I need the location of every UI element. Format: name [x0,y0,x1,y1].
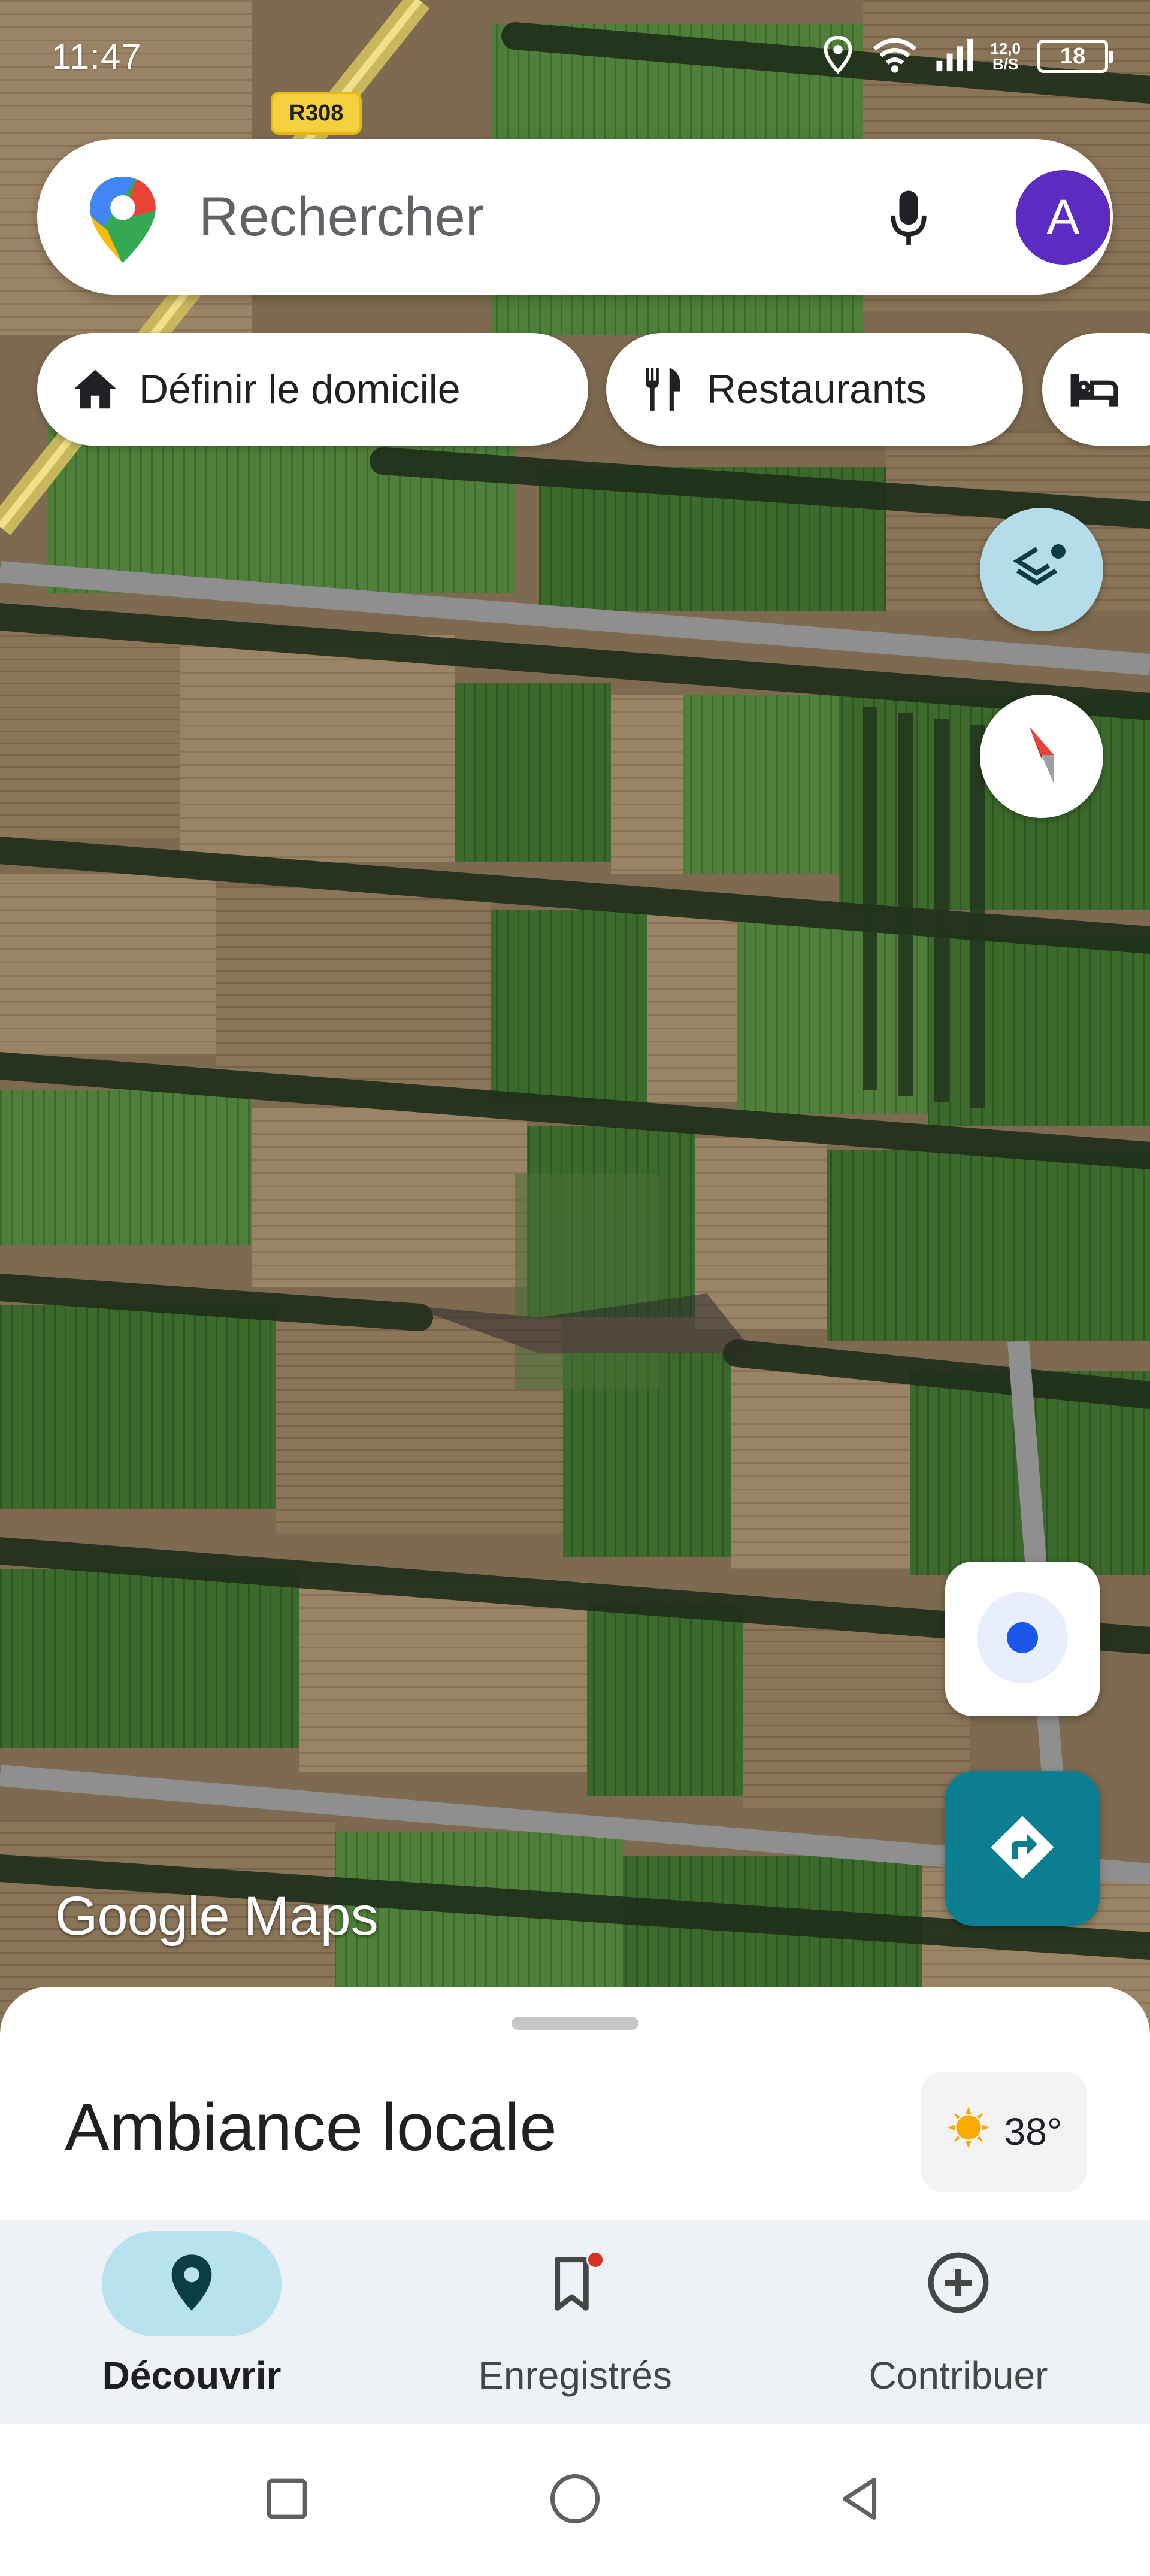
battery-level: 18 [1060,43,1086,69]
nav-tab-explore[interactable]: Découvrir [0,2220,383,2424]
map-layers-button[interactable] [980,508,1103,631]
sheet-drag-handle[interactable] [512,2017,638,2030]
compass-button[interactable] [980,695,1103,818]
weather-temperature: 38° [1004,2110,1063,2153]
network-speed: 12,0 B/S [990,41,1021,72]
home-icon [69,363,121,415]
directions-button[interactable] [945,1771,1100,1926]
network-speed-value: 12,0 [990,40,1021,57]
account-avatar[interactable]: A [1016,170,1110,265]
attribution-maps: Maps [243,1886,379,1947]
home-button[interactable] [536,2461,614,2539]
nav-tab-explore-label: Découvrir [102,2354,282,2397]
nav-tab-saved-pill [485,2231,665,2336]
bookmark-icon [548,2251,604,2317]
network-speed-unit: B/S [992,55,1019,73]
satellite-map[interactable] [0,0,1150,2048]
status-icons: 12,0 B/S 18 [821,34,1113,79]
nav-tab-contribute[interactable]: Contribuer [767,2220,1150,2424]
nav-tab-saved-label: Enregistrés [478,2354,672,2397]
weather-chip[interactable]: 38° [921,2072,1087,2192]
nav-tab-contribute-label: Contribuer [868,2354,1048,2397]
nav-tab-explore-pill [102,2231,282,2336]
maps-pin-logo-icon [85,175,161,265]
layers-icon [1013,540,1070,600]
sheet-title: Ambiance locale [65,2090,557,2165]
microphone-icon [890,189,927,251]
search-input[interactable] [198,175,827,259]
chip-restaurants-label: Restaurants [707,366,927,412]
voice-search-button[interactable] [870,181,948,259]
chip-restaurants[interactable]: Restaurants [606,333,1023,446]
status-bar: 11:47 12,0 B/S 18 [0,0,1150,114]
explore-pin-icon [167,2253,216,2316]
google-maps-attribution: Google Maps [55,1885,379,1948]
nav-tab-contribute-pill [868,2231,1048,2336]
circle-home-icon [548,2472,602,2529]
system-navigation-bar [0,2424,1150,2576]
square-recents-icon [263,2475,311,2526]
status-time: 11:47 [52,37,142,77]
compass-icon [1021,722,1063,791]
wifi-icon [871,36,918,77]
signal-icon [935,37,974,76]
nav-tab-saved[interactable]: Enregistrés [383,2220,767,2424]
triangle-back-icon [834,2472,885,2529]
chip-set-home[interactable]: Définir le domicile [37,333,588,446]
location-status-icon [821,35,855,77]
add-circle-icon [925,2250,991,2319]
my-location-button[interactable] [945,1562,1100,1716]
bottom-navigation: Découvrir Enregistrés Contribuer [0,2220,1150,2424]
directions-icon [986,1811,1058,1886]
my-location-icon [975,1590,1070,1689]
back-button[interactable] [821,2461,898,2539]
search-bar[interactable]: A [37,139,1113,295]
recents-button[interactable] [248,2461,326,2539]
chip-set-home-label: Définir le domicile [139,366,461,412]
bottom-sheet[interactable]: Ambiance locale 38° [0,1987,1150,2226]
sun-icon [946,2105,991,2159]
hotel-icon [1069,363,1120,415]
battery-icon: 18 [1037,40,1113,73]
chip-hotels[interactable] [1042,333,1150,446]
attribution-google: Google [55,1886,230,1947]
restaurant-icon [637,363,689,415]
notification-dot [586,2251,604,2269]
